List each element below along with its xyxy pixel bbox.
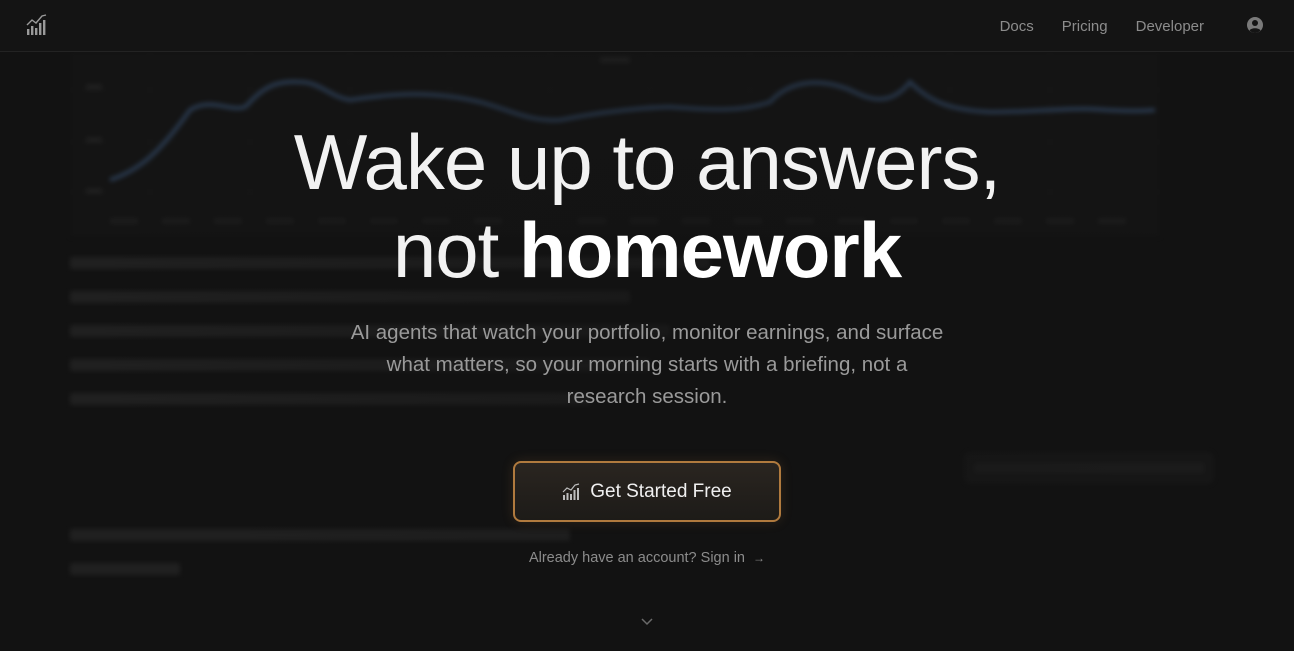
user-circle-icon[interactable] <box>1246 16 1264 34</box>
main-nav: Docs Pricing Developer <box>1000 0 1204 52</box>
signin-prompt: Already have an account? Sign in → <box>0 550 1294 566</box>
hero-title: Wake up to answers, not homework <box>0 118 1294 294</box>
nav-link-pricing[interactable]: Pricing <box>1062 18 1108 35</box>
hero-section: Wake up to answers, not homework AI agen… <box>0 0 1294 651</box>
top-navigation-bar: Docs Pricing Developer <box>0 0 1294 52</box>
bar-chart-icon <box>562 482 580 500</box>
get-started-button[interactable]: Get Started Free <box>513 461 781 522</box>
hero-subtitle: AI agents that watch your portfolio, mon… <box>350 321 944 408</box>
get-started-label: Get Started Free <box>590 480 732 502</box>
arrow-right-icon: → <box>753 551 766 565</box>
hero-title-line1: Wake up to answers, <box>293 118 1001 206</box>
bar-chart-logo-icon[interactable] <box>26 14 48 36</box>
nav-link-developer[interactable]: Developer <box>1136 18 1204 35</box>
nav-link-docs[interactable]: Docs <box>1000 18 1034 35</box>
signin-link[interactable]: Already have an account? Sign in → <box>529 550 765 566</box>
signin-text: Already have an account? Sign in <box>528 550 745 566</box>
landing-page: Docs Pricing Developer Wake up to answer… <box>0 0 1294 651</box>
hero-title-line2-regular: not <box>392 206 520 294</box>
chevron-down-icon[interactable] <box>640 614 654 628</box>
hero-title-line2-bold: homework <box>519 206 902 294</box>
